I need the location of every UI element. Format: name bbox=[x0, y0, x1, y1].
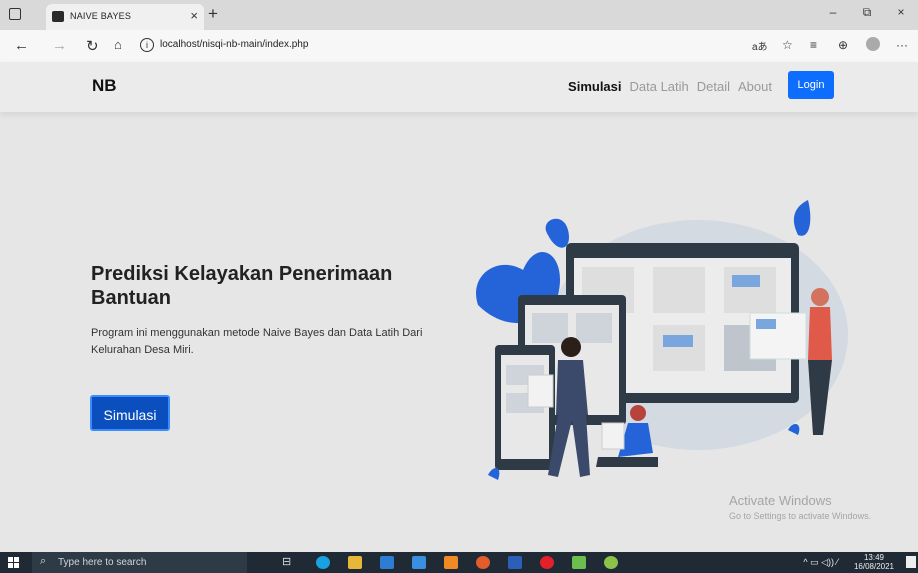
browser-title-bar: NAIVE BAYES × + – ⧉ × bbox=[0, 0, 918, 30]
system-tray-icons[interactable]: ^ ▭ ◁)) ⁄ bbox=[803, 557, 838, 568]
refresh-icon[interactable]: ↻ bbox=[86, 37, 99, 55]
screen-card bbox=[724, 267, 776, 313]
man-body bbox=[556, 360, 588, 415]
leaf-small-icon bbox=[545, 218, 569, 248]
windows-start-icon[interactable] bbox=[8, 557, 19, 568]
leaf-icon bbox=[488, 468, 500, 480]
notification-icon[interactable] bbox=[906, 556, 916, 568]
site-navbar: NB Simulasi Data Latih Detail About Login bbox=[0, 62, 918, 112]
tab-close-icon[interactable]: × bbox=[190, 8, 198, 23]
app-icon[interactable] bbox=[412, 556, 426, 569]
windows-taskbar: ⌕ Type here to search ⊟ ^ ▭ ◁)) ⁄ 13:49 … bbox=[0, 552, 918, 573]
forward-icon[interactable]: → bbox=[52, 37, 67, 54]
restore-icon[interactable]: ⧉ bbox=[850, 5, 884, 20]
nav-links: Simulasi Data Latih Detail About bbox=[560, 79, 772, 94]
minimize-icon[interactable]: – bbox=[816, 5, 850, 19]
taskbar-clock[interactable]: 13:49 16/08/2021 bbox=[854, 553, 894, 571]
close-window-icon[interactable]: × bbox=[884, 5, 918, 19]
standing-man-head bbox=[811, 288, 829, 306]
tablet-card bbox=[532, 313, 568, 343]
activation-watermark: Activate Windows Go to Settings to activ… bbox=[729, 493, 871, 521]
profile-avatar[interactable] bbox=[866, 37, 880, 51]
screen-highlight bbox=[663, 335, 693, 347]
favorites-list-icon[interactable]: ≡ bbox=[810, 38, 817, 52]
url-text: localhost/nisqi-nb-main/index.php bbox=[160, 39, 309, 50]
screen-highlight bbox=[732, 275, 760, 287]
xampp-icon[interactable] bbox=[444, 556, 458, 569]
url-field[interactable]: i localhost/nisqi-nb-main/index.php bbox=[140, 36, 840, 56]
nav-link-simulasi[interactable]: Simulasi bbox=[568, 79, 621, 94]
favorite-icon[interactable]: ☆ bbox=[782, 38, 793, 52]
document-card bbox=[601, 422, 625, 450]
collections-icon[interactable]: ⊕ bbox=[838, 38, 848, 52]
address-bar: ← → ↻ ⌂ i localhost/nisqi-nb-main/index.… bbox=[0, 30, 918, 63]
tab-title: NAIVE BAYES bbox=[70, 11, 132, 21]
hero-description: Program ini menggunakan metode Naive Bay… bbox=[91, 327, 423, 356]
nav-link-data-latih[interactable]: Data Latih bbox=[630, 79, 689, 94]
brand-logo[interactable]: NB bbox=[92, 76, 117, 96]
hero-title: Prediksi Kelayakan Penerimaan Bantuan bbox=[91, 263, 393, 309]
clock-time: 13:49 bbox=[863, 553, 884, 562]
woman-head bbox=[630, 405, 646, 421]
clock-date: 16/08/2021 bbox=[853, 562, 894, 571]
opera-icon[interactable] bbox=[540, 556, 554, 569]
app-icon[interactable] bbox=[604, 556, 618, 569]
window-controls: – ⧉ × bbox=[816, 5, 918, 20]
site-info-icon[interactable]: i bbox=[140, 38, 154, 52]
word-icon[interactable] bbox=[508, 556, 522, 569]
document-card bbox=[527, 374, 554, 408]
woman-legs bbox=[596, 457, 658, 467]
man-head bbox=[561, 337, 581, 357]
tablet-card bbox=[576, 313, 612, 343]
tab-actions-icon[interactable] bbox=[9, 8, 21, 20]
task-view-icon[interactable]: ⊟ bbox=[282, 555, 296, 568]
vscode-icon[interactable] bbox=[380, 556, 394, 569]
favicon-icon bbox=[52, 11, 64, 22]
search-placeholder: Type here to search bbox=[58, 557, 147, 568]
back-icon[interactable]: ← bbox=[14, 37, 29, 54]
edge-icon[interactable] bbox=[316, 556, 330, 569]
taskbar-search[interactable]: ⌕ Type here to search bbox=[32, 552, 247, 573]
home-icon[interactable]: ⌂ bbox=[114, 37, 122, 52]
browser-tab[interactable]: NAIVE BAYES × bbox=[46, 4, 204, 30]
nav-link-detail[interactable]: Detail bbox=[697, 79, 730, 94]
file-explorer-icon[interactable] bbox=[348, 556, 362, 569]
document-highlight bbox=[756, 319, 776, 329]
new-tab-button[interactable]: + bbox=[208, 4, 218, 24]
simulasi-button[interactable]: Simulasi bbox=[90, 395, 170, 431]
standing-man-legs bbox=[808, 360, 832, 435]
search-icon: ⌕ bbox=[40, 555, 47, 567]
standing-man-body bbox=[808, 307, 832, 360]
watermark-subtitle: Go to Settings to activate Windows. bbox=[729, 511, 872, 521]
more-menu-icon[interactable]: ··· bbox=[896, 38, 908, 52]
hero-illustration bbox=[476, 200, 848, 480]
firefox-icon[interactable] bbox=[476, 556, 490, 569]
watermark-title: Activate Windows bbox=[729, 493, 832, 508]
screen-card bbox=[653, 325, 705, 371]
login-button[interactable]: Login bbox=[788, 71, 834, 99]
nav-link-about[interactable]: About bbox=[738, 79, 772, 94]
plant-leaf-icon bbox=[793, 200, 811, 236]
read-aloud-icon[interactable]: aあ bbox=[752, 38, 768, 53]
screen-card bbox=[653, 267, 705, 313]
notepad-icon[interactable] bbox=[572, 556, 586, 569]
